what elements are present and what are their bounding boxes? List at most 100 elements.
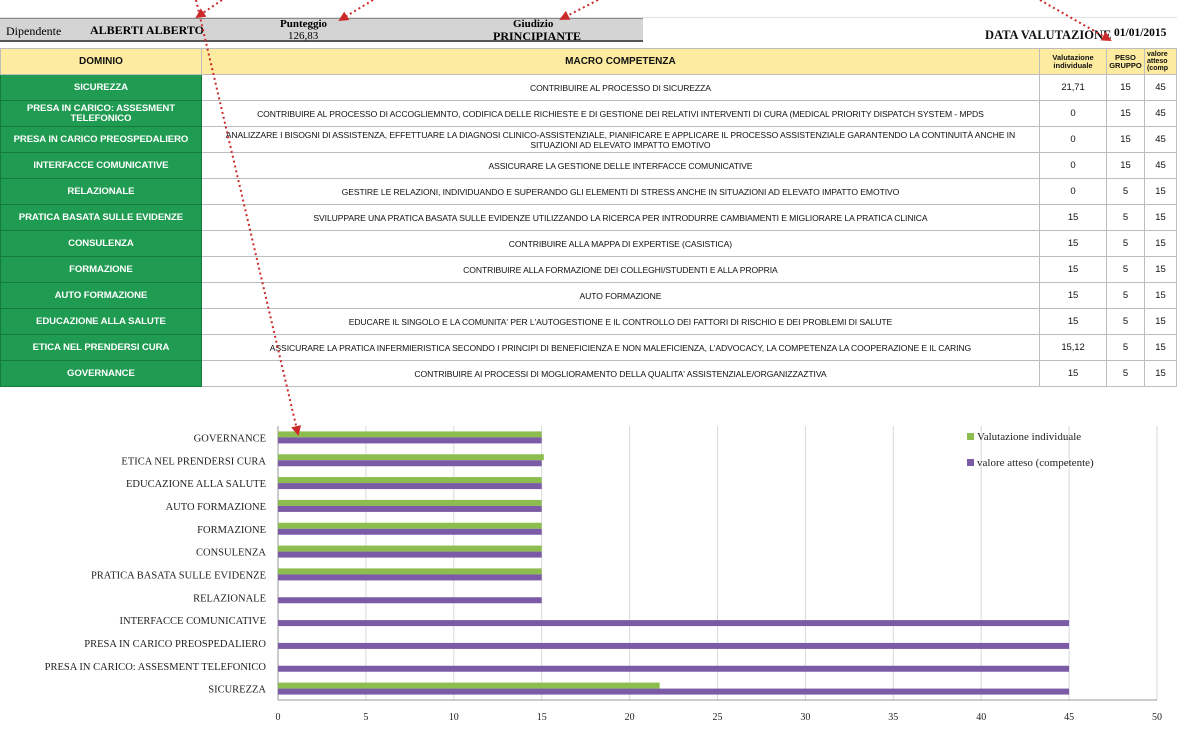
peso-cell: 15 xyxy=(1105,152,1145,179)
macro-cell: CONTRIBUIRE ALLA MAPPA DI EXPERTISE (CAS… xyxy=(200,230,1041,257)
valore-cell: 15 xyxy=(1143,204,1177,231)
bar-valore-atteso xyxy=(278,642,1070,649)
x-tick-label: 0 xyxy=(276,712,281,723)
sheet-gridlines xyxy=(0,0,1177,18)
bar-valutazione-individuale xyxy=(278,477,542,484)
category-label: RELAZIONALE xyxy=(193,593,266,604)
dominio-cell: INTERFACCE COMUNICATIVE xyxy=(0,152,202,179)
bar-valore-atteso xyxy=(278,688,1070,695)
x-tick-label: 5 xyxy=(363,712,368,723)
macro-cell: ANALIZZARE I BISOGNI DI ASSISTENZA, EFFE… xyxy=(200,126,1041,153)
col-valore-line-1: valore xyxy=(1146,51,1168,58)
valore-cell: 45 xyxy=(1143,100,1177,127)
bar-valore-atteso xyxy=(278,505,542,512)
chart-svg: 0 5 10 15 20 25 30 35 40 45 50 GOVERNANCE ETICA NEL … xyxy=(45,426,1162,723)
table-row: FORMAZIONE CONTRIBUIRE ALLA FORMAZIONE D… xyxy=(0,256,1177,283)
col-valutazione-line-2: individuale xyxy=(1053,60,1093,70)
category-label: SICUREZZA xyxy=(208,685,266,696)
table-row: PRATICA BASATA SULLE EVIDENZE SVILUPPARE… xyxy=(0,204,1177,231)
category-label: CONSULENZA xyxy=(196,548,266,559)
peso-cell: 15 xyxy=(1105,126,1145,153)
category-label: AUTO FORMAZIONE xyxy=(166,502,266,513)
macro-cell: CONTRIBUIRE ALLA FORMAZIONE DEI COLLEGHI… xyxy=(200,256,1041,283)
x-tick-label: 15 xyxy=(537,712,547,723)
dominio-cell: ETICA NEL PRENDERSI CURA xyxy=(0,334,202,361)
dominio-cell: EDUCAZIONE ALLA SALUTE xyxy=(0,308,202,335)
category-label: INTERFACCE COMUNICATIVE xyxy=(119,616,266,627)
table-row: SICUREZZA CONTRIBUIRE AL PROCESSO DI SIC… xyxy=(0,74,1177,101)
bar-valore-atteso xyxy=(278,528,542,535)
bar-valore-atteso xyxy=(278,574,542,581)
macro-cell: CONTRIBUIRE AL PROCESSO DI ACCOGLIEMNTO,… xyxy=(200,100,1041,127)
x-tick-label: 20 xyxy=(625,712,635,723)
peso-cell: 5 xyxy=(1105,308,1145,335)
valutazione-cell: 15 xyxy=(1039,230,1107,257)
data-valutazione-label: DATA VALUTAZIONE xyxy=(985,28,1112,42)
bar-valore-atteso xyxy=(278,483,542,490)
x-tick-label: 40 xyxy=(976,712,986,723)
category-label: FORMAZIONE xyxy=(197,525,266,536)
bar-valutazione-individuale xyxy=(278,454,544,461)
valutazione-cell: 0 xyxy=(1039,126,1107,153)
legend-swatch xyxy=(967,433,974,440)
punteggio-label: Punteggio xyxy=(280,18,328,30)
valore-cell: 45 xyxy=(1143,152,1177,179)
col-valutazione: Valutazione individuale xyxy=(1039,48,1107,75)
macro-cell: ASSICURARE LA GESTIONE DELLE INTERFACCE … xyxy=(200,152,1041,179)
valore-cell: 15 xyxy=(1143,230,1177,257)
dominio-cell: CONSULENZA xyxy=(0,230,202,257)
punteggio-value: 126,83 xyxy=(288,30,319,42)
table-header-row: DOMINIO MACRO COMPETENZA Valutazione indi… xyxy=(0,48,1177,75)
col-valore-line-2: atteso xyxy=(1146,58,1168,65)
peso-cell: 15 xyxy=(1105,74,1145,101)
valutazione-cell: 0 xyxy=(1039,100,1107,127)
bar-valutazione-individuale xyxy=(278,431,542,438)
valore-cell: 45 xyxy=(1143,126,1177,153)
peso-cell: 5 xyxy=(1105,204,1145,231)
valore-cell: 15 xyxy=(1143,256,1177,283)
table-row: AUTO FORMAZIONE AUTO FORMAZIONE 15 5 15 xyxy=(0,282,1177,309)
dipendente-label: Dipendente xyxy=(6,24,62,38)
dominio-cell: FORMAZIONE xyxy=(0,256,202,283)
bar-valore-atteso xyxy=(278,437,542,444)
bar-valore-atteso xyxy=(278,460,542,467)
valore-cell: 15 xyxy=(1143,360,1177,387)
peso-cell: 15 xyxy=(1105,100,1145,127)
table-row: EDUCAZIONE ALLA SALUTE EDUCARE IL SINGOL… xyxy=(0,308,1177,335)
col-peso-line-2: GRUPPO xyxy=(1109,60,1142,70)
table-row: RELAZIONALE GESTIRE LE RELAZIONI, INDIVI… xyxy=(0,178,1177,205)
x-tick-label: 50 xyxy=(1152,712,1162,723)
macro-cell: AUTO FORMAZIONE xyxy=(200,282,1041,309)
valore-cell: 15 xyxy=(1143,334,1177,361)
valutazione-cell: 15 xyxy=(1039,308,1107,335)
bar-valutazione-individuale xyxy=(278,568,542,575)
legend-label: Valutazione individuale xyxy=(977,431,1081,443)
category-label: EDUCAZIONE ALLA SALUTE xyxy=(126,479,266,490)
col-peso-gruppo: PESO GRUPPO xyxy=(1105,48,1145,75)
table-row: ETICA NEL PRENDERSI CURA ASSICURARE LA P… xyxy=(0,334,1177,361)
valutazione-cell: 15,12 xyxy=(1039,334,1107,361)
dominio-cell: PRESA IN CARICO PREOSPEDALIERO xyxy=(0,126,202,153)
dominio-cell: PRESA IN CARICO: ASSESMENT TELEFONICO xyxy=(0,100,202,127)
category-label: PRESA IN CARICO: ASSESMENT TELEFONICO xyxy=(45,662,267,673)
col-valore-line-3: (comp xyxy=(1146,65,1168,72)
table-row: GOVERNANCE CONTRIBUIRE AI PROCESSI DI MO… xyxy=(0,360,1177,387)
dominio-cell: GOVERNANCE xyxy=(0,360,202,387)
valutazione-cell: 15 xyxy=(1039,204,1107,231)
col-macro-competenza: MACRO COMPETENZA xyxy=(200,48,1041,75)
x-tick-label: 30 xyxy=(800,712,810,723)
table-row: PRESA IN CARICO: ASSESMENT TELEFONICO CO… xyxy=(0,100,1177,127)
legend-swatch xyxy=(967,459,974,466)
bar-valutazione-individuale xyxy=(278,522,542,529)
bar-valutazione-individuale xyxy=(278,682,660,689)
peso-cell: 5 xyxy=(1105,360,1145,387)
bar-valutazione-individuale xyxy=(278,499,542,506)
x-tick-label: 25 xyxy=(713,712,723,723)
bar-valore-atteso xyxy=(278,551,542,558)
x-tick-label: 10 xyxy=(449,712,459,723)
bar-valore-atteso xyxy=(278,665,1070,672)
data-valutazione-value: 01/01/2015 xyxy=(1114,27,1167,39)
table-row: CONSULENZA CONTRIBUIRE ALLA MAPPA DI EXP… xyxy=(0,230,1177,257)
peso-cell: 5 xyxy=(1105,230,1145,257)
valutazione-cell: 21,71 xyxy=(1039,74,1107,101)
